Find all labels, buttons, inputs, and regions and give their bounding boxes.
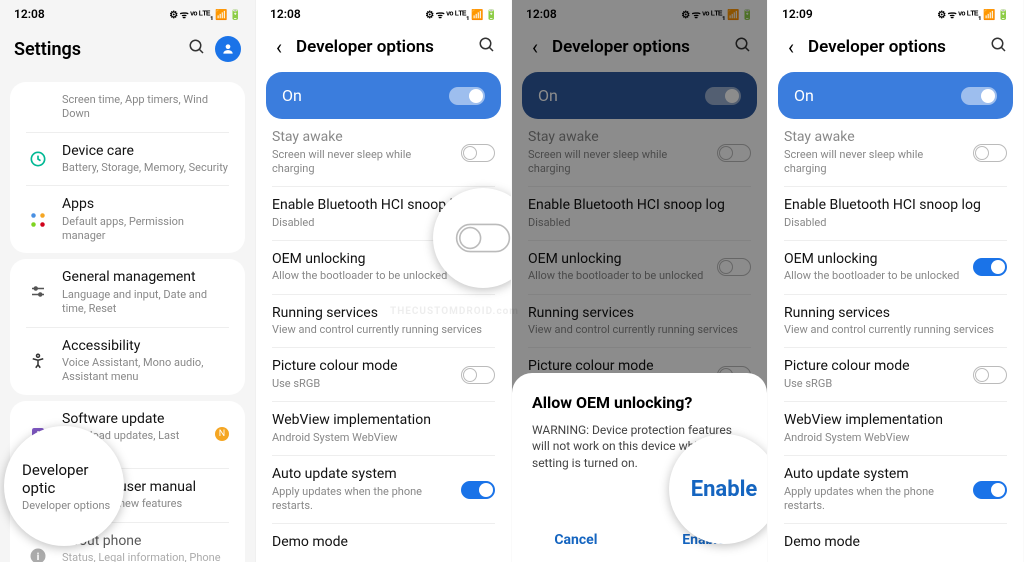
magnifier-enable-button: Enable xyxy=(669,434,768,544)
header: ‹ Developer options xyxy=(768,28,1023,72)
panel-dev-options-on: 12:09 ⚙ ᯤ ᵛᵒ ᴸᵀᴱ₁ 📶 🔋 ‹ Developer option… xyxy=(768,0,1024,562)
item-stay-awake[interactable]: Stay awakeScreen will never sleep while … xyxy=(256,125,511,186)
toggle-on-icon xyxy=(705,87,741,105)
item-running-services: Running servicesView and control current… xyxy=(512,295,767,348)
magnify-sub: Developer options xyxy=(22,499,110,512)
panel-settings: 12:08 ⚙ ᯤ ᵛᵒ ᴸᵀᴱ₁ 📶 🔋 Settings Screen ti… xyxy=(0,0,256,562)
item-accessibility[interactable]: AccessibilityVoice Assistant, Mono audio… xyxy=(10,328,245,395)
toggle-off-icon[interactable] xyxy=(973,144,1007,162)
info-icon: i xyxy=(26,544,50,562)
sliders-icon xyxy=(26,281,50,305)
toggle-on-icon[interactable] xyxy=(973,481,1007,499)
item-bt-snoop: Enable Bluetooth HCI snoop logDisabled xyxy=(512,187,767,240)
back-icon: ‹ xyxy=(526,37,544,57)
toggle-on-icon xyxy=(961,87,997,105)
item-auto-update[interactable]: Auto update systemApply updates when the… xyxy=(256,456,511,523)
search-icon xyxy=(733,36,753,58)
magnify-title: Developer optic xyxy=(22,461,124,497)
toggle-off-icon xyxy=(456,224,510,253)
status-bar: 12:08 ⚙ ᯤ ᵛᵒ ᴸᵀᴱ₁ 📶 🔋 xyxy=(512,0,767,28)
toggle-on-icon[interactable] xyxy=(461,481,495,499)
status-bar: 12:09 ⚙ ᯤ ᵛᵒ ᴸᵀᴱ₁ 📶 🔋 xyxy=(768,0,1023,28)
page-title: Developer options xyxy=(808,37,981,57)
toggle-off-icon[interactable] xyxy=(973,366,1007,384)
search-icon[interactable] xyxy=(477,36,497,58)
item-digital-wellbeing-tail[interactable]: Screen time, App timers, Wind Down xyxy=(10,82,245,132)
status-bar: 12:08 ⚙ ᯤ ᵛᵒ ᴸᵀᴱ₁ 📶 🔋 xyxy=(256,0,511,28)
status-icons: ⚙ ᯤ ᵛᵒ ᴸᵀᴱ₁ 📶 🔋 xyxy=(169,7,241,21)
status-bar: 12:08 ⚙ ᯤ ᵛᵒ ᴸᵀᴱ₁ 📶 🔋 xyxy=(0,0,255,28)
accessibility-icon xyxy=(26,349,50,373)
item-stay-awake[interactable]: Stay awakeScreen will never sleep while … xyxy=(768,125,1023,186)
back-icon[interactable]: ‹ xyxy=(270,37,288,57)
item-device-care[interactable]: Device careBattery, Storage, Memory, Sec… xyxy=(10,133,245,186)
page-title: Settings xyxy=(14,39,179,60)
header: Settings xyxy=(0,28,255,76)
header: ‹ Developer options xyxy=(256,28,511,72)
page-title: Developer options xyxy=(296,37,469,57)
update-badge: N xyxy=(215,427,229,441)
toggle-on-icon[interactable] xyxy=(973,258,1007,276)
item-running-services[interactable]: Running servicesView and control current… xyxy=(768,295,1023,348)
enable-label: Enable xyxy=(691,477,758,502)
header: ‹ Developer options xyxy=(512,28,767,72)
back-icon[interactable]: ‹ xyxy=(782,37,800,57)
item-apps[interactable]: AppsDefault apps, Permission manager xyxy=(10,186,245,253)
watermark: THECUSTOMDROID.com xyxy=(390,306,519,317)
settings-card-1: Screen time, App timers, Wind Down Devic… xyxy=(10,82,245,253)
panel-dev-options-dialog: 12:08 ⚙ ᯤ ᵛᵒ ᴸᵀᴱ₁ 📶 🔋 ‹ Developer option… xyxy=(512,0,768,562)
item-oem-unlocking: OEM unlockingAllow the bootloader to be … xyxy=(512,241,767,294)
toggle-off-icon[interactable] xyxy=(461,366,495,384)
search-icon[interactable] xyxy=(989,36,1009,58)
panel-dev-options-off: 12:08 ⚙ ᯤ ᵛᵒ ᴸᵀᴱ₁ 📶 🔋 ‹ Developer option… xyxy=(256,0,512,562)
item-general-management[interactable]: General managementLanguage and input, Da… xyxy=(10,259,245,326)
cancel-button[interactable]: Cancel xyxy=(554,532,597,548)
item-webview[interactable]: WebView implementationAndroid System Web… xyxy=(256,402,511,455)
item-webview[interactable]: WebView implementationAndroid System Web… xyxy=(768,402,1023,455)
toggle-off-icon[interactable] xyxy=(461,144,495,162)
item-picture-colour[interactable]: Picture colour modeUse sRGB xyxy=(768,348,1023,401)
item-oem-unlocking[interactable]: OEM unlockingAllow the bootloader to be … xyxy=(768,241,1023,294)
page-title: Developer options xyxy=(552,37,725,57)
item-picture-colour[interactable]: Picture colour modeUse sRGB xyxy=(256,348,511,401)
master-toggle: On xyxy=(522,72,757,119)
settings-card-2: General managementLanguage and input, Da… xyxy=(10,259,245,394)
toggle-off-icon xyxy=(717,258,751,276)
magnifier-developer-options: Developer optic Developer options xyxy=(4,426,124,546)
item-bt-snoop[interactable]: Enable Bluetooth HCI snoop logDisabled xyxy=(768,187,1023,240)
avatar[interactable] xyxy=(215,36,241,62)
item-demo-mode[interactable]: Demo mode xyxy=(768,524,1023,562)
master-toggle[interactable]: On xyxy=(266,72,501,119)
svg-text:i: i xyxy=(37,550,40,562)
toggle-on-icon xyxy=(449,87,485,105)
toggle-off-icon xyxy=(717,144,751,162)
apps-icon xyxy=(26,208,50,232)
search-icon[interactable] xyxy=(187,38,207,60)
item-running-services[interactable]: Running servicesView and control current… xyxy=(256,295,511,348)
item-demo-mode[interactable]: Demo mode xyxy=(256,524,511,562)
master-toggle[interactable]: On xyxy=(778,72,1013,119)
item-auto-update[interactable]: Auto update systemApply updates when the… xyxy=(768,456,1023,523)
device-care-icon xyxy=(26,147,50,171)
dialog-title: Allow OEM unlocking? xyxy=(532,393,747,412)
item-stay-awake: Stay awakeScreen will never sleep while … xyxy=(512,125,767,186)
status-time: 12:08 xyxy=(14,7,45,21)
